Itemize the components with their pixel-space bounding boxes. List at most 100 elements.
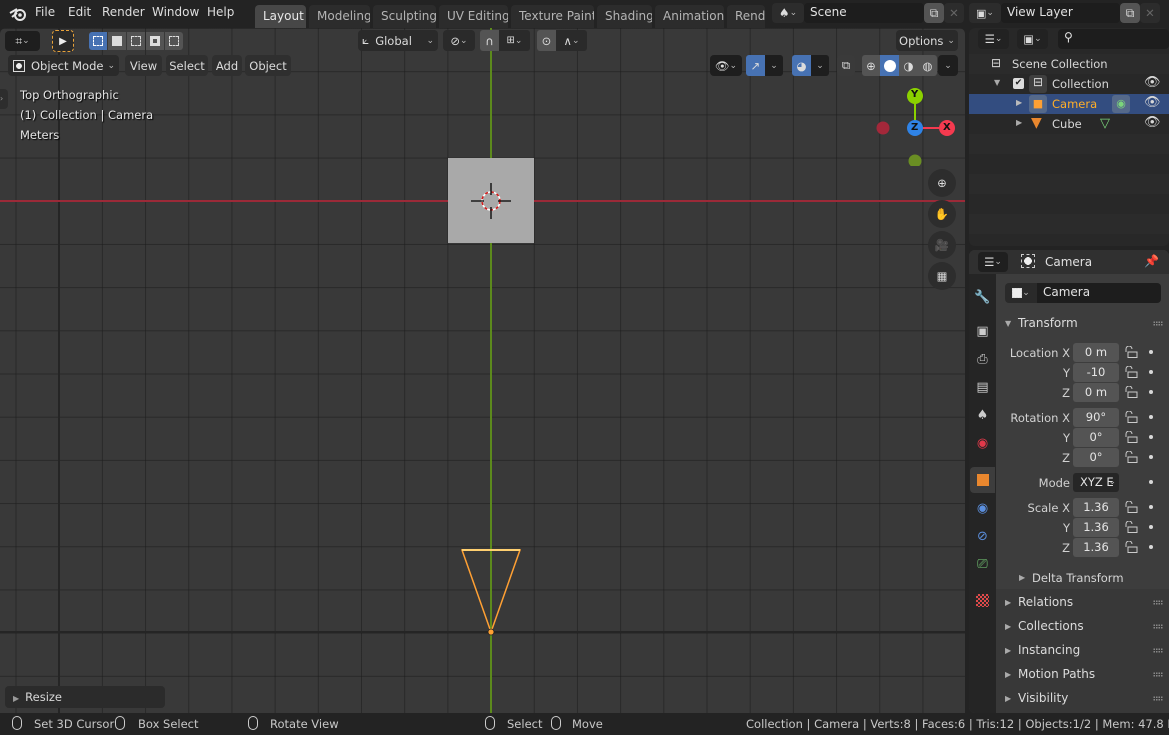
overlays-toggle[interactable]: ◕ bbox=[792, 55, 811, 76]
3d-cursor-icon[interactable] bbox=[470, 180, 512, 222]
instancing-panel-header[interactable]: ▶ Instancing bbox=[1000, 639, 1169, 662]
keyframe-dot[interactable] bbox=[1149, 545, 1153, 549]
tab-object[interactable] bbox=[970, 467, 995, 493]
gizmo-neg-y[interactable] bbox=[908, 154, 922, 167]
location-y-field[interactable]: -10 bbox=[1073, 363, 1119, 382]
keyframe-dot[interactable] bbox=[1149, 455, 1153, 459]
delete-view-layer-button[interactable]: ✕ bbox=[1140, 3, 1160, 23]
snap-toggle[interactable]: ∩ bbox=[480, 30, 499, 51]
camera-data-icon[interactable]: ◉ bbox=[1112, 95, 1130, 113]
tab-render[interactable]: ▣ bbox=[970, 318, 995, 344]
menu-view[interactable]: View bbox=[125, 55, 162, 76]
lock-location-z-icon[interactable] bbox=[1124, 386, 1138, 398]
toolbar-expand-handle[interactable]: › bbox=[0, 89, 8, 109]
eye-icon[interactable]: 👁 bbox=[1144, 115, 1161, 130]
tab-texture-paint[interactable]: Texture Paint bbox=[511, 5, 594, 28]
menu-help[interactable]: Help bbox=[207, 5, 234, 19]
collections-panel-header[interactable]: ▶ Collections bbox=[1000, 615, 1169, 638]
eye-icon[interactable]: 👁 bbox=[1144, 75, 1161, 90]
motion-paths-panel-header[interactable]: ▶ Motion Paths bbox=[1000, 663, 1169, 686]
scale-x-field[interactable]: 1.36 bbox=[1073, 498, 1119, 517]
lock-scale-z-icon[interactable] bbox=[1124, 541, 1138, 553]
collection-checkbox[interactable]: ✔ bbox=[1013, 78, 1024, 89]
tab-rendering[interactable]: Rende bbox=[727, 5, 765, 28]
camera-view-button[interactable]: 🎥 bbox=[928, 231, 956, 259]
outliner-row-collection[interactable]: ▼ ✔ ⊟ Collection 👁 bbox=[969, 74, 1169, 94]
lock-scale-x-icon[interactable] bbox=[1124, 501, 1138, 513]
mesh-data-icon[interactable]: ▽ bbox=[1100, 116, 1110, 131]
pin-icon[interactable]: 📌 bbox=[1144, 254, 1159, 268]
tab-sculpting[interactable]: Sculpting bbox=[373, 5, 436, 28]
overlays-dropdown[interactable]: ⌄ bbox=[811, 55, 829, 76]
keyframe-dot[interactable] bbox=[1149, 480, 1153, 484]
keyframe-dot[interactable] bbox=[1149, 390, 1153, 394]
menu-window[interactable]: Window bbox=[152, 5, 199, 19]
object-visibility-dropdown[interactable]: 👁 ⌄ bbox=[710, 55, 742, 76]
pan-view-button[interactable]: ✋ bbox=[928, 200, 956, 228]
gizmo-neg-x[interactable] bbox=[876, 121, 890, 135]
rotation-z-field[interactable]: 0° bbox=[1073, 448, 1119, 467]
menu-add[interactable]: Add bbox=[212, 55, 242, 76]
keyframe-dot[interactable] bbox=[1149, 525, 1153, 529]
properties-editor-type-button[interactable]: ☰ ⌄ bbox=[978, 252, 1008, 272]
expand-triangle-icon[interactable]: ▶ bbox=[1016, 118, 1022, 127]
last-operator-panel[interactable]: ▶ Resize bbox=[5, 686, 165, 708]
object-browse-button[interactable]: ⌄ bbox=[1005, 283, 1037, 303]
tab-world[interactable]: ◉ bbox=[970, 430, 995, 456]
rotation-y-field[interactable]: 0° bbox=[1073, 428, 1119, 447]
new-view-layer-button[interactable]: ⧉ bbox=[1120, 3, 1140, 23]
lock-rotation-y-icon[interactable] bbox=[1124, 431, 1138, 443]
tab-view-layer[interactable]: ▤ bbox=[970, 374, 995, 400]
location-z-field[interactable]: 0 m bbox=[1073, 383, 1119, 402]
outliner-row-camera[interactable]: ▶ ■ Camera ◉ 👁 bbox=[969, 94, 1169, 114]
select-mode-subtract-button[interactable] bbox=[127, 32, 145, 50]
gizmo-toggle[interactable]: ↗ bbox=[746, 55, 765, 76]
select-mode-invert-button[interactable] bbox=[146, 32, 164, 50]
tab-scene[interactable]: ♠ bbox=[970, 402, 995, 428]
tab-modeling[interactable]: Modeling bbox=[309, 5, 370, 28]
select-mode-new-button[interactable] bbox=[89, 32, 107, 50]
shading-solid-button[interactable] bbox=[880, 55, 899, 76]
keyframe-dot[interactable] bbox=[1149, 415, 1153, 419]
tab-uv-editing[interactable]: UV Editing bbox=[439, 5, 508, 28]
lock-rotation-x-icon[interactable] bbox=[1124, 411, 1138, 423]
expand-triangle-icon[interactable]: ▼ bbox=[994, 78, 1000, 87]
ortho-toggle-button[interactable]: ▦ bbox=[928, 262, 956, 290]
transform-orientation-dropdown[interactable]: ⟀ Global ⌄ bbox=[358, 30, 438, 51]
delta-transform-subpanel[interactable]: ▶ Delta Transform bbox=[1014, 568, 1164, 588]
tab-animation[interactable]: Animation bbox=[655, 5, 724, 28]
zoom-view-button[interactable]: ⊕ bbox=[928, 169, 956, 197]
xray-toggle[interactable]: ⧉ bbox=[837, 55, 855, 76]
select-mode-extend-button[interactable] bbox=[108, 32, 126, 50]
tab-texture[interactable] bbox=[970, 587, 995, 613]
tab-tool[interactable]: 🔧 bbox=[970, 284, 995, 310]
keyframe-dot[interactable] bbox=[1149, 435, 1153, 439]
lock-location-y-icon[interactable] bbox=[1124, 366, 1138, 378]
transform-panel-header[interactable]: ▼ Transform bbox=[1000, 312, 1169, 335]
menu-render[interactable]: Render bbox=[102, 5, 145, 19]
relations-panel-header[interactable]: ▶ Relations bbox=[1000, 591, 1169, 614]
select-mode-intersect-button[interactable] bbox=[165, 32, 183, 50]
location-x-field[interactable]: 0 m bbox=[1073, 343, 1119, 362]
rotation-x-field[interactable]: 90° bbox=[1073, 408, 1119, 427]
gizmo-dropdown[interactable]: ⌄ bbox=[765, 55, 783, 76]
outliner-display-mode-dropdown[interactable]: ☰ ⌄ bbox=[978, 29, 1009, 49]
shading-rendered-button[interactable]: ◍ bbox=[918, 55, 937, 76]
keyframe-dot[interactable] bbox=[1149, 350, 1153, 354]
camera-object[interactable] bbox=[458, 547, 524, 637]
view-layer-name-field[interactable]: View Layer bbox=[1001, 3, 1120, 23]
select-tool-button[interactable]: ▶ bbox=[52, 30, 74, 52]
blender-logo-icon[interactable] bbox=[9, 6, 27, 22]
delete-scene-button[interactable]: ✕ bbox=[944, 3, 964, 23]
lock-rotation-z-icon[interactable] bbox=[1124, 451, 1138, 463]
drag-handle-icon[interactable] bbox=[1153, 600, 1163, 605]
tab-output[interactable]: ⎙ bbox=[970, 346, 995, 372]
menu-file[interactable]: File bbox=[35, 5, 55, 19]
outliner-row-cube[interactable]: ▶ ▼ Cube ▽ 👁 bbox=[969, 114, 1169, 134]
keyframe-dot[interactable] bbox=[1149, 370, 1153, 374]
shading-material-button[interactable]: ◑ bbox=[899, 55, 918, 76]
outliner[interactable]: ☰ ⌄ ▣ ⌄ ⚲ ⊟ Scene Collection ▼ ✔ ⊟ Collect… bbox=[969, 28, 1169, 246]
outliner-filter-dropdown[interactable]: ▣ ⌄ bbox=[1017, 29, 1048, 49]
outliner-search-input[interactable]: ⚲ bbox=[1058, 29, 1169, 49]
tab-layout[interactable]: Layout bbox=[255, 5, 306, 28]
